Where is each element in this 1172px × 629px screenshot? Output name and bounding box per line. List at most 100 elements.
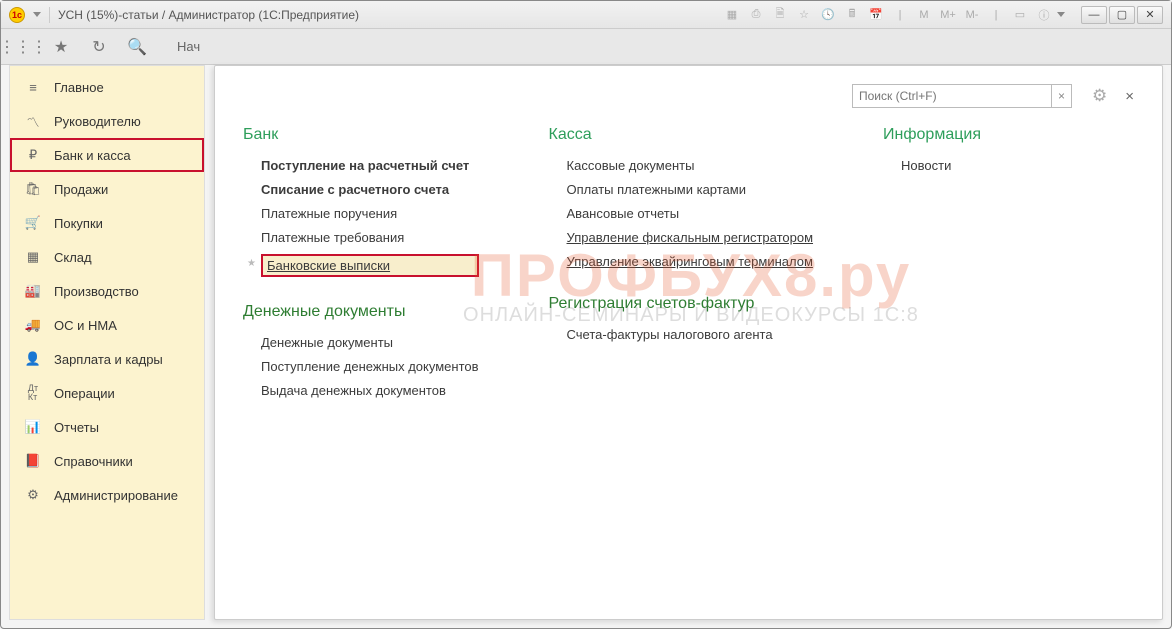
clock-icon[interactable]: 🕓 [819, 6, 837, 24]
sidebar-item-label: Банк и касса [54, 148, 131, 163]
search-box[interactable] [852, 84, 1052, 108]
section-money-docs-list: Денежные документы Поступление денежных … [243, 335, 479, 398]
sidebar-item-stock[interactable]: ▦ Склад [10, 240, 204, 274]
favorite-icon[interactable]: ★ [51, 37, 71, 57]
sidebar-item-label: Производство [54, 284, 139, 299]
section-info-list: Новости [883, 158, 981, 173]
section-money-docs-title[interactable]: Денежные документы [243, 303, 479, 321]
ruble-icon: ₽ [24, 146, 42, 164]
history-icon[interactable]: ↻ [89, 37, 109, 57]
body-area: ≡ Главное 〽Руководителю ₽ Банк и касса 🛍 Пр… [9, 65, 1163, 620]
layout-icon[interactable]: ▭ [1011, 6, 1029, 24]
menu-link[interactable]: Счета-фактуры налогового агента [567, 327, 814, 342]
doc-icon[interactable]: 🗎 [771, 6, 789, 24]
section-invoices-list: Счета-фактуры налогового агента [549, 327, 814, 342]
sidebar-item-admin[interactable]: ⚙Администрирование [10, 478, 204, 512]
sidebar-item-label: Справочники [54, 454, 133, 469]
info-icon[interactable]: ⓘ [1035, 6, 1053, 24]
sidebar-item-label: ОС и НМА [54, 318, 117, 333]
section-info-title[interactable]: Информация [883, 126, 981, 144]
sidebar-item-label: Зарплата и кадры [54, 352, 163, 367]
dtkt-icon: ДтКт [24, 384, 42, 402]
m-button[interactable]: M [915, 6, 933, 24]
sidebar-item-label: Операции [54, 386, 115, 401]
menu-link[interactable]: Авансовые отчеты [567, 206, 814, 221]
menu-link[interactable]: Списание с расчетного счета [261, 182, 479, 197]
column-info: Информация Новости [883, 126, 981, 424]
calc-icon[interactable]: 🖩 [843, 6, 861, 24]
sidebar-item-bank[interactable]: ₽ Банк и касса [10, 138, 204, 172]
section-bank-list: Поступление на расчетный счет Списание с… [243, 158, 479, 277]
section-invoices-title[interactable]: Регистрация счетов-фактур [549, 295, 814, 313]
section-kassa-list: Кассовые документы Оплаты платежными кар… [549, 158, 814, 269]
divider [49, 7, 50, 23]
maximize-button[interactable]: ▢ [1109, 6, 1135, 24]
tab-start[interactable]: Нач [177, 39, 200, 54]
sidebar-item-main[interactable]: ≡ Главное [10, 70, 204, 104]
bars-icon: 📊 [24, 418, 42, 436]
sidebar-item-operations[interactable]: ДтКт Операции [10, 376, 204, 410]
panel-top: × ⚙ × [243, 84, 1134, 108]
menu-link[interactable]: Новости [901, 158, 981, 173]
menu-icon: ≡ [24, 78, 42, 96]
sidebar-item-sales[interactable]: 🛍 Продажи [10, 172, 204, 206]
menu-link[interactable]: Кассовые документы [567, 158, 814, 173]
sidebar-item-label: Продажи [54, 182, 108, 197]
print-icon[interactable]: ⎙ [747, 6, 765, 24]
titlebar: 1c УСН (15%)-статьи / Администратор (1С:… [1, 1, 1171, 29]
content-panel: × ⚙ × Банк Поступление на расчетный счет… [214, 65, 1163, 620]
factory-icon: 🏭 [24, 282, 42, 300]
menu-link[interactable]: Поступление денежных документов [261, 359, 479, 374]
menu-link[interactable]: Платежные требования [261, 230, 479, 245]
bag-icon: 🛍 [24, 180, 42, 198]
menu-link-bank-statements[interactable]: Банковские выписки [261, 254, 479, 277]
apps-icon[interactable]: ⋮⋮⋮ [13, 37, 33, 57]
sidebar-item-production[interactable]: 🏭 Производство [10, 274, 204, 308]
menu-link[interactable]: Денежные документы [261, 335, 479, 350]
menu-link[interactable]: Выдача денежных документов [261, 383, 479, 398]
sidebar-item-label: Главное [54, 80, 104, 95]
search-icon[interactable]: 🔍 [127, 37, 147, 57]
sidebar-item-label: Администрирование [54, 488, 178, 503]
minimize-button[interactable]: — [1081, 6, 1107, 24]
menu-link[interactable]: Оплаты платежными картами [567, 182, 814, 197]
m-minus-button[interactable]: M- [963, 6, 981, 24]
sidebar-item-refs[interactable]: 📕 Справочники [10, 444, 204, 478]
section-kassa-title[interactable]: Касса [549, 126, 814, 144]
window-title: УСН (15%)-статьи / Администратор (1С:Пре… [58, 8, 359, 22]
sidebar-item-purchases[interactable]: 🛒Покупки [10, 206, 204, 240]
book-icon: 📕 [24, 452, 42, 470]
settings-icon[interactable]: ⚙ [1092, 86, 1107, 106]
search-input[interactable] [859, 89, 1045, 103]
sidebar-item-director[interactable]: 〽Руководителю [10, 104, 204, 138]
chart-icon: 〽 [24, 112, 42, 130]
app-window: 1c УСН (15%)-статьи / Администратор (1С:… [0, 0, 1172, 629]
sep-icon: | [891, 6, 909, 24]
section-bank-title[interactable]: Банк [243, 126, 479, 144]
app-icon: 1c [9, 7, 25, 23]
dropdown-icon[interactable] [33, 12, 41, 17]
grid-icon[interactable]: ▦ [723, 6, 741, 24]
close-button[interactable]: ✕ [1137, 6, 1163, 24]
person-icon: 👤 [24, 350, 42, 368]
menu-link[interactable]: Поступление на расчетный счет [261, 158, 479, 173]
column-kassa: Касса Кассовые документы Оплаты платежны… [549, 126, 814, 424]
sidebar-item-hr[interactable]: 👤 Зарплата и кадры [10, 342, 204, 376]
search-clear-button[interactable]: × [1052, 84, 1072, 108]
m-plus-button[interactable]: M+ [939, 6, 957, 24]
cal-icon[interactable]: 📅 [867, 6, 885, 24]
panel-close-button[interactable]: × [1125, 88, 1134, 105]
star-icon[interactable]: ☆ [795, 6, 813, 24]
toolbar: ⋮⋮⋮ ★ ↻ 🔍 Нач [1, 29, 1171, 65]
menu-link[interactable]: Управление фискальным регистратором [567, 230, 814, 245]
sidebar-item-label: Отчеты [54, 420, 99, 435]
cart-icon: 🛒 [24, 214, 42, 232]
sidebar-item-reports[interactable]: 📊 Отчеты [10, 410, 204, 444]
window-controls: — ▢ ✕ [1081, 6, 1163, 24]
sidebar-item-label: Склад [54, 250, 92, 265]
sidebar-item-assets[interactable]: 🚚ОС и НМА [10, 308, 204, 342]
menu-link[interactable]: Управление эквайринговым терминалом [567, 254, 814, 269]
menu-link[interactable]: Платежные поручения [261, 206, 479, 221]
chevron-down-icon[interactable] [1057, 12, 1065, 17]
boxes-icon: ▦ [24, 248, 42, 266]
